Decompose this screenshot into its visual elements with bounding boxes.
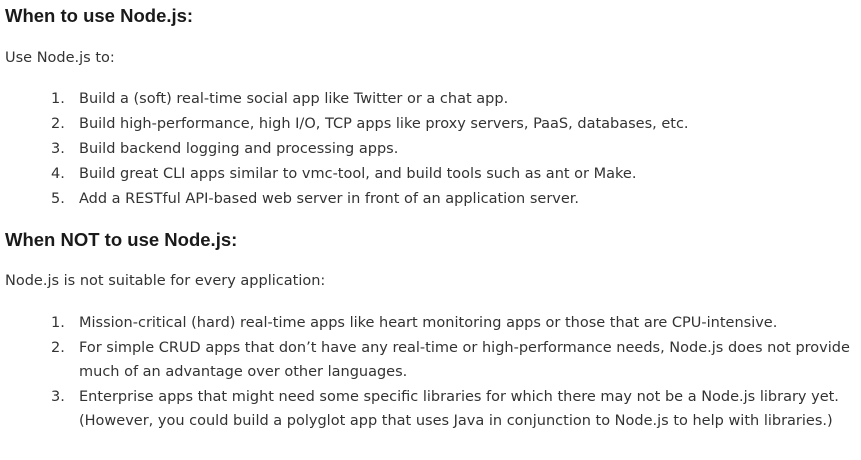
section-intro: Node.js is not suitable for every applic… bbox=[5, 273, 326, 289]
not-suitable-list: 1. Mission-critical (hard) real-time apps… bbox=[5, 311, 857, 434]
use-cases-list: 1. Build a (soft) real-time social app li… bbox=[5, 87, 857, 212]
list-item: 2. Build high-performance, high I/O, TCP … bbox=[5, 112, 857, 137]
list-item-text: Build high-performance, high I/O, TCP ap… bbox=[79, 116, 689, 132]
list-item-number: 3. bbox=[51, 141, 65, 157]
list-item-number: 5. bbox=[51, 191, 65, 207]
list-item-number: 4. bbox=[51, 166, 65, 182]
list-item-text: Mission-critical (hard) real-time apps l… bbox=[79, 315, 778, 331]
list-item-number: 1. bbox=[51, 91, 65, 107]
list-item-number: 2. bbox=[51, 116, 65, 132]
list-item-text: Build great CLI apps similar to vmc-tool… bbox=[79, 166, 637, 182]
list-item: 3. Enterprise apps that might need some s… bbox=[5, 385, 857, 434]
section-heading-when-to-use: When to use Node.js: bbox=[5, 5, 194, 26]
list-item-number: 2. bbox=[51, 339, 65, 356]
list-item: 3. Build backend logging and processing a… bbox=[5, 137, 857, 162]
list-item: 1. Mission-critical (hard) real-time apps… bbox=[5, 311, 857, 336]
list-item: 5. Add a RESTful API-based web server in … bbox=[5, 187, 857, 212]
list-item-text: Build a (soft) real-time social app like… bbox=[79, 91, 509, 107]
list-item-number: 3. bbox=[51, 388, 65, 405]
list-item-text: Enterprise apps that might need some spe… bbox=[79, 388, 839, 430]
list-item-number: 1. bbox=[51, 315, 65, 331]
section-intro: Use Node.js to: bbox=[5, 50, 115, 66]
list-item: 1. Build a (soft) real-time social app li… bbox=[5, 87, 857, 112]
list-item: 4. Build great CLI apps similar to vmc-to… bbox=[5, 162, 857, 187]
list-item-text: Build backend logging and processing app… bbox=[79, 141, 399, 157]
list-item-text: Add a RESTful API-based web server in fr… bbox=[79, 191, 580, 207]
list-item-text: For simple CRUD apps that don’t have any… bbox=[79, 339, 850, 381]
list-item: 2. For simple CRUD apps that don’t have a… bbox=[5, 336, 857, 385]
section-heading-when-not-to-use: When NOT to use Node.js: bbox=[5, 229, 238, 250]
